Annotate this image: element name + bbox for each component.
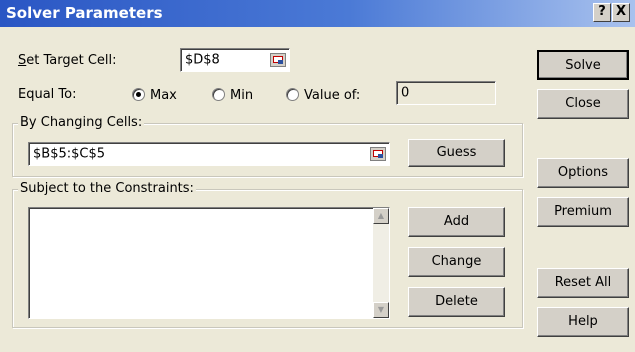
target-cell-value: $D$8	[185, 52, 220, 68]
changing-cells-label: By Changing Cells:	[18, 115, 145, 130]
constraints-list[interactable]: ▲ ▼	[28, 207, 390, 319]
min-radio[interactable]	[212, 88, 225, 101]
help-button[interactable]: Help	[537, 307, 629, 337]
scroll-up-icon[interactable]: ▲	[373, 208, 389, 224]
help-button-label: Help	[568, 314, 598, 329]
value-of-label: Value of:	[304, 88, 361, 103]
scroll-down-icon[interactable]: ▼	[373, 302, 389, 318]
equal-to-label: Equal To:	[18, 87, 77, 102]
reset-all-button[interactable]: Reset All	[537, 268, 629, 298]
max-radio[interactable]	[132, 88, 145, 101]
constraints-scrollbar[interactable]: ▲ ▼	[373, 208, 389, 318]
value-of-radio[interactable]	[286, 88, 299, 101]
add-button[interactable]: Add	[408, 207, 505, 237]
solve-button-label: Solve	[565, 58, 601, 73]
delete-button-label: Delete	[435, 294, 478, 309]
premium-button[interactable]: Premium	[537, 197, 629, 227]
premium-button-label: Premium	[554, 204, 612, 219]
target-cell-label-text: et Target Cell:	[26, 53, 117, 68]
delete-button[interactable]: Delete	[408, 287, 505, 317]
changing-cells-input[interactable]: $B$5:$C$5	[28, 142, 390, 166]
close-icon[interactable]: X	[612, 3, 630, 22]
min-label: Min	[230, 88, 254, 103]
title-bar[interactable]: Solver Parameters ? X	[0, 0, 635, 27]
solver-dialog: Solver Parameters ? X Set Target Cell: $…	[0, 0, 635, 352]
collapse-dialog-icon[interactable]	[370, 147, 386, 161]
close-button-label: Close	[565, 96, 601, 111]
add-button-label: Add	[443, 214, 470, 229]
close-button[interactable]: Close	[537, 89, 629, 119]
reset-all-button-label: Reset All	[554, 275, 612, 290]
guess-button-label: Guess	[436, 145, 477, 160]
value-of-value: 0	[401, 85, 410, 101]
help-icon[interactable]: ?	[593, 3, 611, 22]
solve-button[interactable]: Solve	[537, 50, 629, 80]
window-title: Solver Parameters	[6, 4, 163, 22]
constraints-label: Subject to the Constraints:	[18, 181, 196, 196]
target-cell-label: Set Target Cell:	[18, 53, 117, 68]
options-button[interactable]: Options	[537, 158, 629, 188]
change-button-label: Change	[431, 254, 482, 269]
guess-button[interactable]: Guess	[408, 139, 505, 167]
target-cell-input[interactable]: $D$8	[180, 48, 290, 72]
collapse-dialog-icon[interactable]	[270, 53, 286, 67]
changing-cells-value: $B$5:$C$5	[33, 146, 106, 162]
max-label: Max	[150, 88, 177, 103]
change-button[interactable]: Change	[408, 247, 505, 277]
options-button-label: Options	[557, 165, 609, 180]
value-of-input[interactable]: 0	[396, 81, 496, 105]
